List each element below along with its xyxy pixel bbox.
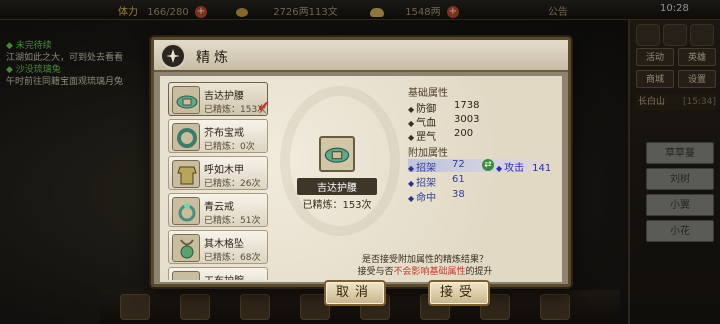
- belt-icon: [172, 86, 200, 114]
- base-stats-title: 基础属性: [408, 88, 448, 99]
- diamond-icon: ◆: [408, 133, 415, 142]
- diamond-icon: ◆: [496, 164, 503, 173]
- new-stat-value: 141: [532, 163, 552, 174]
- dialog-body: 吉达护腰 已精炼：153次 ✔ 芥布宝戒 已精炼：0次 呼如木甲 已精炼：26次: [160, 76, 562, 306]
- armor-icon: [172, 160, 200, 188]
- equipment-name: 其木格坠: [204, 239, 244, 250]
- prompt-line-1: 是否接受附加属性的精炼结果？: [361, 255, 488, 265]
- check-icon: ✔: [257, 97, 271, 116]
- diamond-icon: ◆: [408, 119, 415, 128]
- stat-value: 72: [452, 159, 465, 170]
- refine-count: 已精炼：68次: [204, 253, 261, 263]
- diamond-icon: ◆: [408, 164, 415, 173]
- equipment-list-item[interactable]: 青云戒 已精炼：51次: [168, 193, 268, 227]
- prompt-text: 接受与否: [357, 267, 394, 277]
- extra-stat-row: ◆ 招架 61: [408, 174, 560, 189]
- stat-value: 38: [452, 189, 465, 200]
- cancel-button[interactable]: 取消: [324, 280, 386, 306]
- stat-value: 200: [454, 128, 474, 139]
- equipment-list-item[interactable]: 呼如木甲 已精炼：26次: [168, 156, 268, 190]
- equipment-list-item[interactable]: 吉达护腰 已精炼：153次 ✔: [168, 82, 271, 116]
- new-stat-label: 攻击: [504, 163, 525, 174]
- swap-arrow-icon: ⇄: [482, 159, 494, 171]
- extra-stat-row: ◆ 命中 38: [408, 189, 560, 204]
- refine-dialog: 精炼 吉达护腰 已精炼：153次 ✔ 芥布宝戒 已精炼：0次 呼如木甲 已精炼：…: [151, 37, 571, 306]
- base-stat-row: ◆ 防御 1738: [408, 100, 558, 115]
- extra-stat-row-selected[interactable]: ◆ 招架 72 ⇄ ◆ 攻击 141: [408, 159, 560, 174]
- base-stat-row: ◆ 罡气 200: [408, 128, 558, 143]
- dialog-header: 精炼: [154, 40, 568, 72]
- belt-icon: [319, 136, 355, 172]
- equipment-list[interactable]: 吉达护腰 已精炼：153次 ✔ 芥布宝戒 已精炼：0次 呼如木甲 已精炼：26次: [164, 80, 272, 280]
- new-stat: ◆ 攻击 141: [496, 159, 551, 174]
- selected-item-preview: 吉达护腰 已精炼：153次: [282, 96, 392, 246]
- bracer-icon: [172, 271, 200, 280]
- refine-count: 已精炼：51次: [204, 216, 261, 226]
- stat-value: 3003: [454, 114, 480, 125]
- stats-panel: 基础属性 ◆ 防御 1738 ◆ 气血 3003 ◆ 罡气 200 附加属性 ◆ 招架 …: [404, 80, 562, 240]
- prompt-line-2: 接受与否不会影响基础属性的提升: [290, 266, 560, 278]
- equipment-name: 工布护腕: [204, 272, 244, 280]
- diamond-icon: ◆: [408, 179, 415, 188]
- accept-button[interactable]: 接受: [428, 280, 490, 306]
- equipment-name: 吉达护腰: [204, 91, 244, 102]
- ring-icon: [172, 197, 200, 225]
- equipment-name: 芥布宝戒: [204, 128, 244, 139]
- prompt-text: 的提升: [465, 267, 493, 277]
- stat-label: 罡气: [416, 132, 437, 143]
- confirm-prompt: 是否接受附加属性的精炼结果？ 接受与否不会影响基础属性的提升: [290, 254, 560, 278]
- extra-stats-title: 附加属性: [408, 148, 448, 159]
- diamond-icon: ◆: [408, 194, 415, 203]
- equipment-list-item[interactable]: 其木格坠 已精炼：68次: [168, 230, 268, 264]
- stat-value: 1738: [454, 100, 480, 111]
- preview-refine-count: 已精炼：153次: [302, 200, 372, 211]
- preview-item-name: 吉达护腰: [297, 178, 377, 195]
- equipment-name: 青云戒: [204, 202, 234, 213]
- stat-label: 招架: [416, 163, 437, 174]
- stat-label: 招架: [416, 178, 437, 189]
- diamond-icon: ◆: [408, 105, 415, 114]
- pendant-icon: [172, 234, 200, 262]
- refine-count: 已精炼：0次: [204, 142, 255, 152]
- equipment-list-item[interactable]: 芥布宝戒 已精炼：0次: [168, 119, 268, 153]
- refine-emblem-icon: [160, 43, 186, 69]
- base-stat-row: ◆ 气血 3003: [408, 114, 558, 129]
- ring-icon: [172, 123, 200, 151]
- stat-value: 61: [452, 174, 465, 185]
- stat-label: 命中: [416, 193, 437, 204]
- refine-count: 已精炼：26次: [204, 179, 261, 189]
- dialog-title: 精炼: [196, 50, 232, 66]
- equipment-name: 呼如木甲: [204, 165, 244, 176]
- prompt-warning: 不会影响基础属性: [393, 267, 466, 277]
- equipment-list-item[interactable]: 工布护腕: [168, 267, 268, 280]
